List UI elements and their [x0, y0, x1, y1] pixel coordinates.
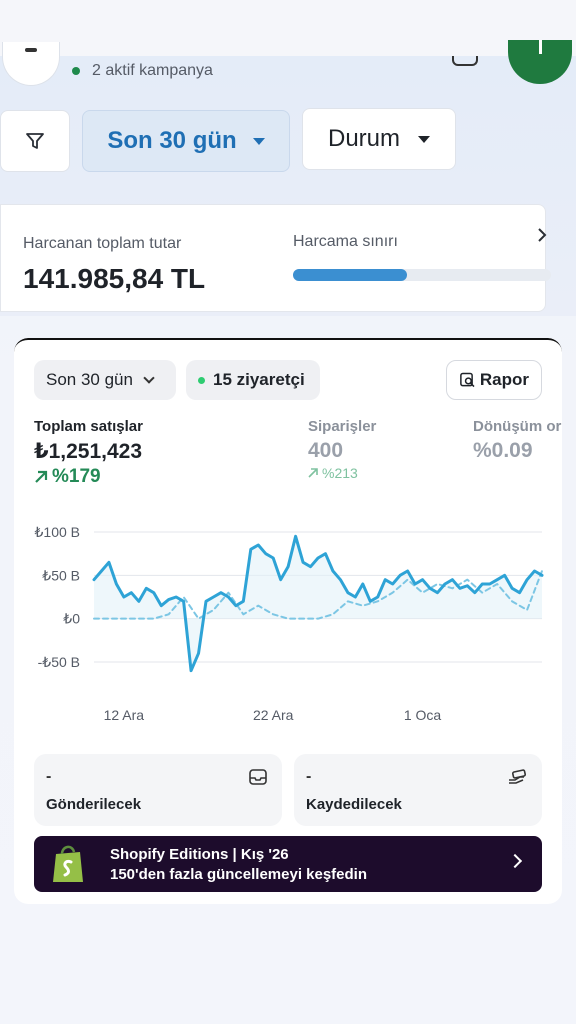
report-label: Rapor: [479, 370, 529, 389]
shopify-home-card: Son 30 gün 15 ziyaretçi Rapor Toplam sat…: [14, 338, 562, 904]
metric-conversion[interactable]: Dönüşüm or %0.09: [473, 418, 561, 463]
bell-icon[interactable]: [452, 56, 478, 66]
sales-chart: ₺100 B ₺50 B ₺0 -₺50 B 12 Ara 22 Ara 1 Oca: [35, 524, 544, 723]
date-range-label: Son 30 gün: [107, 127, 237, 154]
campaign-status-text: 2 aktif kampanya: [92, 62, 213, 79]
x-tick-label: 12 Ara: [104, 707, 145, 723]
to-record-value: -: [306, 768, 312, 785]
metric-value: ₺1,251,423: [34, 440, 143, 463]
spend-limit-label: Harcama sınırı: [293, 233, 398, 250]
status-dropdown[interactable]: Durum: [302, 108, 456, 170]
filter-button[interactable]: [0, 110, 70, 172]
metric-title: Toplam satışlar: [34, 418, 143, 435]
period-selector[interactable]: Son 30 gün: [34, 360, 176, 400]
metric-total-sales[interactable]: Toplam satışlar ₺1,251,423 %179: [34, 418, 143, 488]
metric-change-value: %213: [322, 465, 358, 481]
metric-title: Siparişler: [308, 418, 377, 435]
promo-subtitle: 150'den fazla güncellemeyi keşfedin: [110, 866, 368, 883]
to-record-label: Kaydedilecek: [306, 796, 402, 813]
chevron-right-icon[interactable]: [535, 227, 549, 243]
caret-down-icon: [418, 135, 430, 143]
date-range-dropdown[interactable]: Son 30 gün: [82, 110, 290, 172]
metric-change-value: %179: [52, 466, 101, 487]
payment-hand-icon: [509, 769, 527, 784]
total-spend-value: 141.985,84 TL: [23, 263, 206, 294]
y-tick-label: ₺50 B: [42, 567, 80, 583]
report-icon: [460, 372, 475, 388]
to-ship-value: -: [46, 768, 52, 785]
to-ship-label: Gönderilecek: [46, 796, 142, 813]
metric-title: Dönüşüm or: [473, 418, 562, 435]
to-record-card[interactable]: - Kaydedilecek: [294, 754, 542, 826]
spend-card[interactable]: Harcanan toplam tutar 141.985,84 TL Harc…: [0, 204, 551, 312]
x-tick-label: 22 Ara: [253, 707, 294, 723]
spend-limit-progress-fill: [293, 269, 407, 281]
live-dot-icon: [198, 376, 205, 384]
metric-change: %179: [34, 466, 143, 488]
metric-value: 400: [308, 439, 344, 462]
shopify-editions-banner[interactable]: Shopify Editions | Kış '26 150'den fazla…: [34, 836, 542, 892]
to-ship-card[interactable]: - Gönderilecek: [34, 754, 282, 826]
live-visitors-pill[interactable]: 15 ziyaretçi: [186, 360, 320, 400]
metric-value: %0.09: [473, 439, 533, 462]
y-tick-label: -₺50 B: [38, 654, 80, 670]
caret-down-icon: [252, 137, 265, 145]
avatar-glyph-icon: [25, 48, 37, 52]
metric-orders[interactable]: Siparişler 400 %213: [308, 418, 376, 481]
promo-title: Shopify Editions | Kış '26: [110, 846, 289, 863]
card-top-edge: [14, 338, 562, 354]
spend-limit-progress: [293, 269, 551, 281]
report-button[interactable]: Rapor: [446, 360, 542, 400]
active-dot-icon: [72, 67, 80, 75]
inbox-icon: [249, 769, 267, 785]
metric-change: %213: [308, 465, 376, 481]
x-tick-label: 1 Oca: [404, 707, 442, 723]
total-spend-label: Harcanan toplam tutar: [23, 235, 182, 252]
y-tick-label: ₺100 B: [35, 524, 81, 540]
chevron-right-icon: [507, 853, 523, 869]
visitors-label: 15 ziyaretçi: [213, 370, 305, 389]
y-tick-label: ₺0: [63, 611, 80, 627]
campaign-status-line: 2 aktif kampanya: [72, 62, 213, 80]
arrow-up-right-icon: [308, 468, 318, 478]
plus-icon: [538, 40, 542, 54]
status-label: Durum: [327, 125, 400, 152]
chevron-down-icon: [143, 372, 155, 384]
period-label: Son 30 gün: [46, 370, 133, 389]
arrow-up-right-icon: [35, 470, 48, 483]
top-bar: [0, 0, 576, 56]
filter-icon: [26, 133, 44, 149]
shopify-bag-icon: [53, 845, 83, 882]
